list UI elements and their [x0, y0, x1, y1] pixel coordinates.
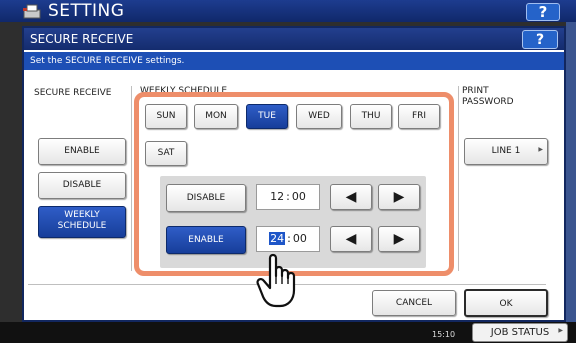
section-label-print-password: PRINT PASSWORD [462, 86, 514, 108]
day-button-thu[interactable]: THU [350, 104, 392, 129]
print-password-line-1: PRINT [462, 86, 489, 96]
right-triangle-icon: ▶ [393, 189, 405, 205]
enable-left-arrow-button[interactable]: ◀ [330, 226, 372, 252]
ok-button[interactable]: OK [464, 289, 548, 317]
screen: SETTING ? 15:10 JOB STATUS ▶ SECURE RECE… [0, 0, 576, 343]
printer-icon [23, 4, 41, 19]
corner-arrow-icon: ▶ [558, 327, 563, 334]
weekly-schedule-line-2: SCHEDULE [57, 221, 107, 231]
section-label-weekly-schedule: WEEKLY SCHEDULE [140, 86, 228, 96]
disable-button[interactable]: DISABLE [38, 172, 126, 199]
day-button-fri[interactable]: FRI [398, 104, 440, 129]
print-password-line-2: PASSWORD [462, 97, 514, 107]
dialog-help-button[interactable]: ? [522, 30, 558, 49]
cancel-button[interactable]: CANCEL [372, 290, 456, 316]
right-triangle-icon: ▶ [393, 231, 405, 247]
disable-minute: 00 [291, 190, 306, 203]
disable-right-arrow-button[interactable]: ▶ [378, 184, 420, 210]
dialog-title: SECURE RECEIVE [24, 28, 564, 50]
time-separator: : [286, 190, 290, 203]
weekly-schedule-line-1: WEEKLY [64, 210, 100, 220]
pointing-hand-icon [256, 253, 296, 308]
day-button-mon[interactable]: MON [194, 104, 238, 129]
day-button-sun[interactable]: SUN [145, 104, 187, 129]
setting-side-strip [566, 22, 576, 327]
divider [131, 86, 132, 271]
clock: 15:10 [432, 330, 456, 339]
left-triangle-icon: ◀ [345, 189, 357, 205]
line-1-label: LINE 1 [491, 146, 521, 156]
enable-time-field[interactable]: 24:00 [256, 226, 320, 252]
schedule-disable-button[interactable]: DISABLE [166, 184, 246, 212]
day-button-sat[interactable]: SAT [145, 141, 187, 166]
enable-hour: 24 [269, 232, 286, 245]
job-status-button[interactable]: JOB STATUS ▶ [472, 323, 568, 342]
enable-minute: 00 [292, 232, 307, 245]
weekly-schedule-button[interactable]: WEEKLY SCHEDULE [38, 206, 126, 238]
divider [458, 86, 459, 271]
time-separator: : [287, 232, 291, 245]
enable-right-arrow-button[interactable]: ▶ [378, 226, 420, 252]
job-status-label: JOB STATUS [490, 327, 550, 338]
disable-time-field[interactable]: 12:00 [256, 184, 320, 210]
day-button-tue[interactable]: TUE [246, 104, 288, 129]
setting-help-button[interactable]: ? [526, 3, 560, 21]
schedule-enable-button[interactable]: ENABLE [166, 226, 246, 254]
section-label-secure-receive: SECURE RECEIVE [34, 88, 112, 98]
corner-arrow-icon: ▶ [538, 146, 543, 153]
day-button-wed[interactable]: WED [296, 104, 342, 129]
left-triangle-icon: ◀ [345, 231, 357, 247]
line-1-button[interactable]: LINE 1 ▶ [464, 138, 548, 165]
dialog-instructions: Set the SECURE RECEIVE settings. [24, 52, 564, 70]
disable-hour: 12 [270, 190, 285, 203]
enable-button[interactable]: ENABLE [38, 138, 126, 165]
setting-title: SETTING [48, 1, 125, 21]
disable-left-arrow-button[interactable]: ◀ [330, 184, 372, 210]
